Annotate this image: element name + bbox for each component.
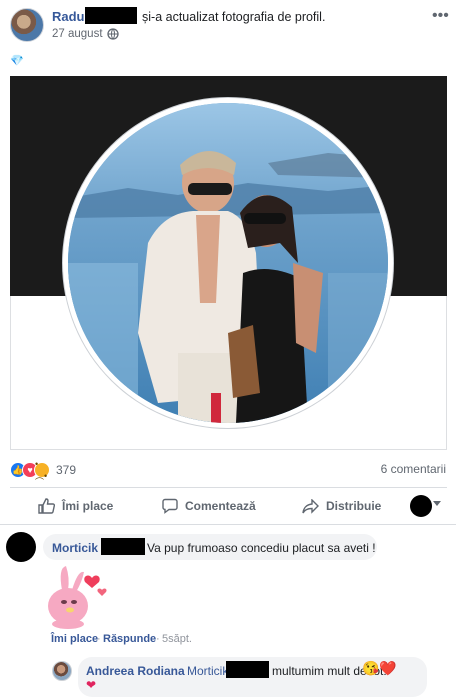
reaction-count: 379 [56, 463, 77, 477]
post-action-text: și-a actualizat fotografia de profil. [142, 10, 326, 24]
comment-like-link[interactable]: Îmi place [51, 633, 98, 645]
post-date[interactable]: 27 august [52, 28, 103, 40]
author-avatar[interactable] [10, 8, 44, 42]
chevron-down-icon[interactable] [433, 501, 441, 506]
divider [0, 524, 456, 525]
redacted-name [85, 7, 137, 24]
commenter-avatar[interactable] [6, 532, 36, 562]
share-button-label: Distribuie [326, 499, 382, 513]
comment-reply-link[interactable]: Răspunde [103, 633, 156, 645]
comment-author[interactable]: Morticik [52, 541, 98, 555]
sad-reaction-icon: •︵• [34, 459, 50, 481]
globe-icon [107, 28, 119, 40]
share-arrow-icon [302, 498, 319, 514]
comment-button-label: Comentează [185, 499, 256, 513]
comment-time[interactable]: 5săpt. [162, 633, 192, 645]
separator-dot: · [156, 633, 160, 645]
redacted-name [101, 538, 145, 555]
separator-dot: · [97, 633, 101, 645]
reply-emoji: 😘❤️ [362, 660, 397, 676]
profile-photo-image [68, 103, 388, 423]
diamond-icon: 💎 [10, 55, 24, 67]
reply-author[interactable]: Andreea Rodiana [86, 664, 185, 678]
post-as-avatar[interactable] [410, 495, 432, 517]
more-options-icon[interactable]: ••• [432, 7, 449, 25]
reply-mention[interactable]: Morticik [187, 664, 228, 678]
kiss-sticker-image [48, 566, 107, 629]
comment-button[interactable]: Comentează [162, 495, 256, 517]
reaction-summary[interactable]: 👍 ♥ •︵• 379 [10, 459, 77, 481]
share-button[interactable]: Distribuie [302, 495, 381, 517]
like-button[interactable]: Îmi place [38, 495, 113, 517]
like-button-label: Îmi place [62, 499, 114, 513]
comment-text: Va pup frumoaso concediu placut sa aveti… [147, 541, 376, 555]
profile-photo[interactable] [63, 98, 393, 428]
divider [10, 487, 447, 488]
reply-author-avatar[interactable] [52, 661, 72, 681]
post-author[interactable]: Radu [52, 9, 85, 24]
comments-count-link[interactable]: 6 comentarii [381, 462, 446, 476]
heart-icon: ❤ [86, 678, 97, 692]
redacted-name [226, 661, 269, 678]
thumbs-up-icon [38, 498, 55, 514]
comment-bubble-icon [162, 498, 178, 514]
